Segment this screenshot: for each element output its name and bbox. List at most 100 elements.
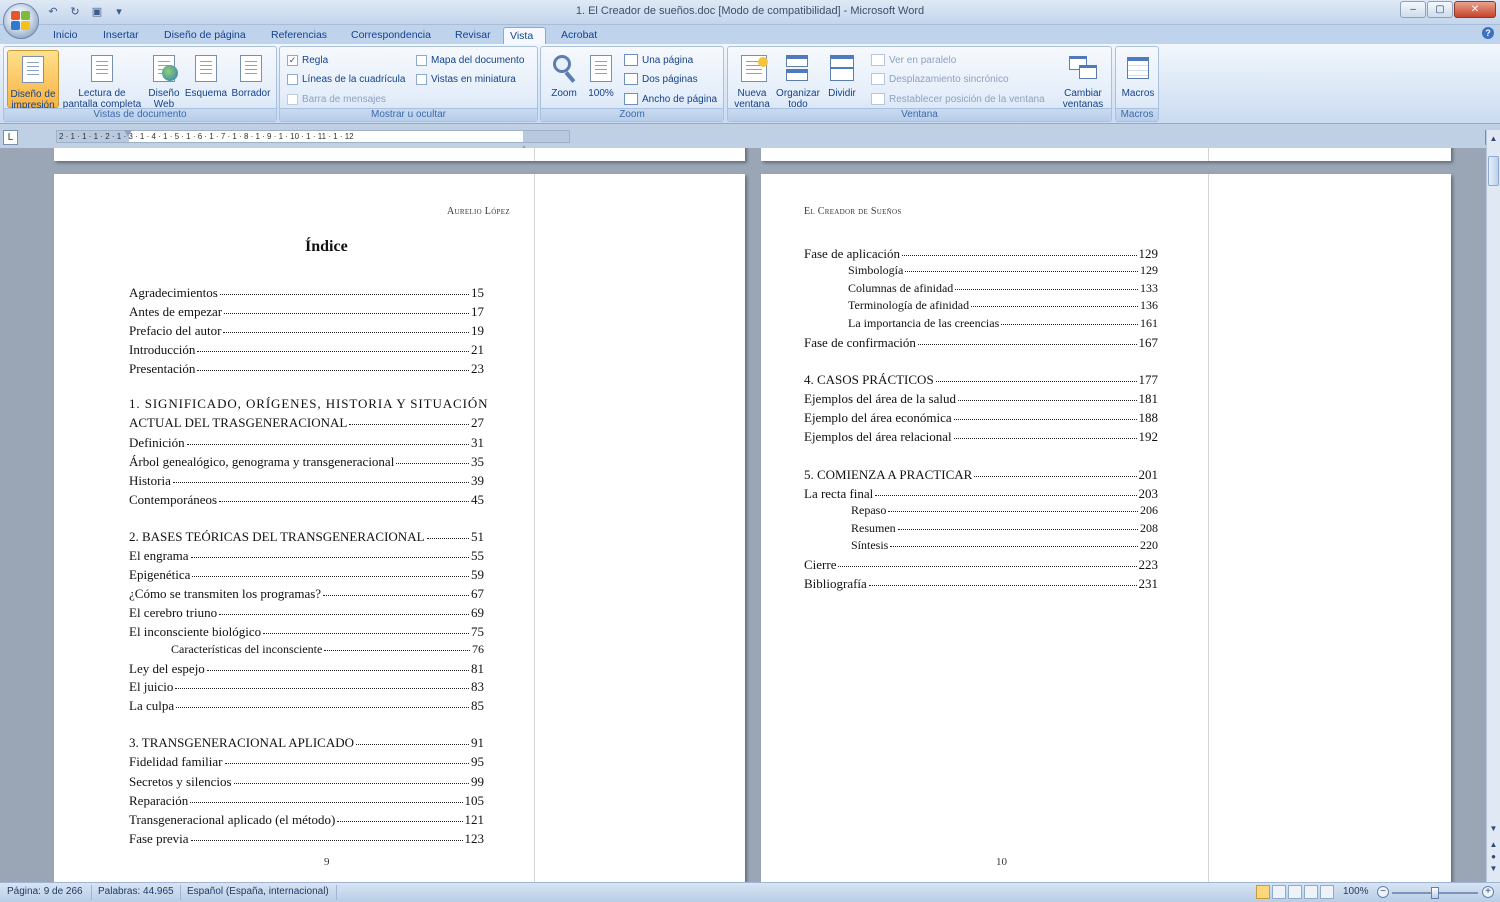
toc-entry[interactable]: Presentación 23 bbox=[129, 361, 484, 377]
office-button[interactable] bbox=[3, 3, 39, 39]
toc-entry[interactable]: Repaso 206 bbox=[851, 503, 1158, 518]
toc-entry[interactable]: Características del inconsciente 76 bbox=[171, 642, 484, 657]
web-view-icon[interactable] bbox=[1288, 885, 1302, 899]
toc-entry[interactable]: El cerebro triuno 69 bbox=[129, 605, 484, 621]
toc-entry[interactable]: 4. CASOS PRÁCTICOS 177 bbox=[804, 372, 1158, 388]
toc-entry[interactable]: Cierre 223 bbox=[804, 557, 1158, 573]
browse-object-icon[interactable]: ● bbox=[1489, 852, 1498, 861]
regla-checkbox[interactable]: ✓ Regla bbox=[287, 53, 328, 67]
minimize-button[interactable]: – bbox=[1400, 1, 1426, 18]
toc-entry[interactable]: Síntesis 220 bbox=[851, 538, 1158, 553]
mapa-documento-checkbox[interactable]: Mapa del documento bbox=[416, 53, 524, 67]
vistas-miniatura-checkbox[interactable]: Vistas en miniatura bbox=[416, 72, 516, 86]
zoom-in-icon[interactable]: + bbox=[1482, 886, 1494, 898]
toc-entry[interactable]: Epigenética 59 bbox=[129, 567, 484, 583]
vertical-scrollbar[interactable]: ▲ ▼ ▲ ● ▼ bbox=[1486, 130, 1500, 882]
toc-entry[interactable]: Fase previa 123 bbox=[129, 831, 484, 847]
toc-entry[interactable]: Fase de confirmación 167 bbox=[804, 335, 1158, 351]
close-button[interactable]: ✕ bbox=[1454, 1, 1496, 18]
lineas-cuadricula-checkbox[interactable]: Líneas de la cuadrícula bbox=[287, 72, 405, 86]
tab-selector[interactable]: L bbox=[3, 130, 18, 145]
zoom-level[interactable]: 100% bbox=[1343, 886, 1369, 897]
organizar-todo-button[interactable]: Organizar todo bbox=[774, 50, 822, 110]
scroll-down-icon[interactable]: ▼ bbox=[1489, 824, 1498, 833]
tab-insertar[interactable]: Insertar bbox=[97, 27, 145, 44]
language-indicator[interactable]: Español (España, internacional) bbox=[187, 886, 329, 897]
tab-referencias[interactable]: Referencias bbox=[265, 27, 333, 44]
toc-entry[interactable]: Contemporáneos 45 bbox=[129, 492, 484, 508]
word-count[interactable]: Palabras: 44.965 bbox=[98, 886, 174, 897]
toc-entry[interactable]: ¿Cómo se transmiten los programas? 67 bbox=[129, 586, 484, 602]
toc-entry[interactable]: Ley del espejo 81 bbox=[129, 661, 484, 677]
tab-diseno-pagina[interactable]: Diseño de página bbox=[158, 27, 252, 44]
toc-entry[interactable]: Ejemplos del área de la salud 181 bbox=[804, 391, 1158, 407]
maximize-button[interactable]: ▢ bbox=[1427, 1, 1453, 18]
toc-entry[interactable]: Agradecimientos 15 bbox=[129, 285, 484, 301]
full-screen-view-icon[interactable] bbox=[1272, 885, 1286, 899]
print-layout-button[interactable]: Diseño de impresión bbox=[7, 50, 59, 111]
toc-entry[interactable]: Transgeneracional aplicado (el método) 12… bbox=[129, 812, 484, 828]
una-pagina-button[interactable]: Una página bbox=[624, 53, 693, 67]
print-layout-view-icon[interactable] bbox=[1256, 885, 1270, 899]
tab-correspondencia[interactable]: Correspondencia bbox=[345, 27, 437, 44]
toc-entry[interactable]: Prefacio del autor 19 bbox=[129, 323, 484, 339]
nueva-ventana-button[interactable]: Nueva ventana bbox=[730, 50, 774, 110]
page-9[interactable]: Aurelio López Índice Agradecimientos 15 An… bbox=[54, 174, 745, 882]
tab-revisar[interactable]: Revisar bbox=[449, 27, 497, 44]
macros-button[interactable]: Macros bbox=[1118, 50, 1158, 99]
dividir-button[interactable]: Dividir bbox=[823, 50, 861, 99]
previous-page-icon[interactable]: ▲ bbox=[1489, 840, 1498, 849]
tab-inicio[interactable]: Inicio bbox=[47, 27, 84, 44]
toc-entry[interactable]: Antes de empezar 17 bbox=[129, 304, 484, 320]
dos-paginas-button[interactable]: Dos páginas bbox=[624, 72, 698, 86]
tab-vista[interactable]: Vista bbox=[503, 27, 546, 44]
toc-entry[interactable]: 2. BASES TEÓRICAS DEL TRANSGENERACIONAL 5… bbox=[129, 529, 484, 545]
toc-entry[interactable]: ACTUAL DEL TRASGENERACIONAL 27 bbox=[129, 415, 484, 431]
zoom-out-icon[interactable]: − bbox=[1377, 886, 1389, 898]
toc-entry[interactable]: La culpa 85 bbox=[129, 698, 484, 714]
toc-entry[interactable]: 5. COMIENZA A PRACTICAR 201 bbox=[804, 467, 1158, 483]
web-layout-button[interactable]: Diseño Web bbox=[144, 50, 184, 110]
toc-entry[interactable]: El engrama 55 bbox=[129, 548, 484, 564]
toc-entry[interactable]: La importancia de las creencias 161 bbox=[848, 316, 1158, 331]
toc-entry[interactable]: Simbología 129 bbox=[848, 263, 1158, 278]
toc-entry[interactable]: El inconsciente biológico 75 bbox=[129, 624, 484, 640]
toc-entry[interactable]: Introducción 21 bbox=[129, 342, 484, 358]
toc-entry[interactable]: El juicio 83 bbox=[129, 679, 484, 695]
tab-acrobat[interactable]: Acrobat bbox=[555, 27, 603, 44]
zoom-slider-thumb[interactable] bbox=[1431, 887, 1439, 899]
toc-entry[interactable]: Terminología de afinidad 136 bbox=[848, 298, 1158, 313]
ancho-pagina-button[interactable]: Ancho de página bbox=[624, 92, 717, 106]
zoom-button[interactable]: Zoom bbox=[546, 50, 582, 99]
toc-entry[interactable]: Resumen 208 bbox=[851, 521, 1158, 536]
toc-entry[interactable]: 1. SIGNIFICADO, ORÍGENES, HISTORIA Y SIT… bbox=[129, 396, 526, 412]
toc-entry[interactable]: 3. TRANSGENERACIONAL APLICADO 91 bbox=[129, 735, 484, 751]
indent-marker[interactable] bbox=[124, 130, 132, 148]
toc-entry[interactable]: Historia 39 bbox=[129, 473, 484, 489]
draft-button[interactable]: Borrador bbox=[228, 50, 274, 99]
toc-entry[interactable]: Secretos y silencios 99 bbox=[129, 774, 484, 790]
draft-view-icon[interactable] bbox=[1320, 885, 1334, 899]
toc-entry[interactable]: Fidelidad familiar 95 bbox=[129, 754, 484, 770]
toc-entry[interactable]: Ejemplo del área económica 188 bbox=[804, 410, 1158, 426]
toc-entry[interactable]: Árbol genealógico, genograma y transgene… bbox=[129, 454, 484, 470]
page-count[interactable]: Página: 9 de 266 bbox=[7, 886, 83, 897]
help-icon[interactable]: ? bbox=[1482, 27, 1494, 39]
cambiar-ventanas-button[interactable]: Cambiar ventanas bbox=[1058, 50, 1108, 110]
scroll-thumb[interactable] bbox=[1488, 156, 1499, 186]
outline-view-icon[interactable] bbox=[1304, 885, 1318, 899]
zoom-100-button[interactable]: 100% bbox=[584, 50, 618, 99]
page-10[interactable]: El Creador de Sueños Fase de aplicación 1… bbox=[761, 174, 1451, 882]
toc-entry[interactable]: Fase de aplicación 129 bbox=[804, 246, 1158, 262]
horizontal-ruler[interactable]: 2 · 1 · 1 · 1 · 2 · 1 · 3 · 1 · 4 · 1 · … bbox=[56, 130, 570, 143]
full-screen-reading-button[interactable]: Lectura de pantalla completa bbox=[60, 50, 144, 110]
toc-entry[interactable]: Reparación 105 bbox=[129, 793, 484, 809]
toc-entry[interactable]: Bibliografía 231 bbox=[804, 576, 1158, 592]
toc-entry[interactable]: Ejemplos del área relacional 192 bbox=[804, 429, 1158, 445]
toc-entry[interactable]: Definición 31 bbox=[129, 435, 484, 451]
next-page-icon[interactable]: ▼ bbox=[1489, 864, 1498, 873]
scroll-up-icon[interactable]: ▲ bbox=[1489, 134, 1498, 143]
outline-button[interactable]: Esquema bbox=[184, 50, 228, 99]
toc-entry[interactable]: Columnas de afinidad 133 bbox=[848, 281, 1158, 296]
toc-entry[interactable]: La recta final 203 bbox=[804, 486, 1158, 502]
